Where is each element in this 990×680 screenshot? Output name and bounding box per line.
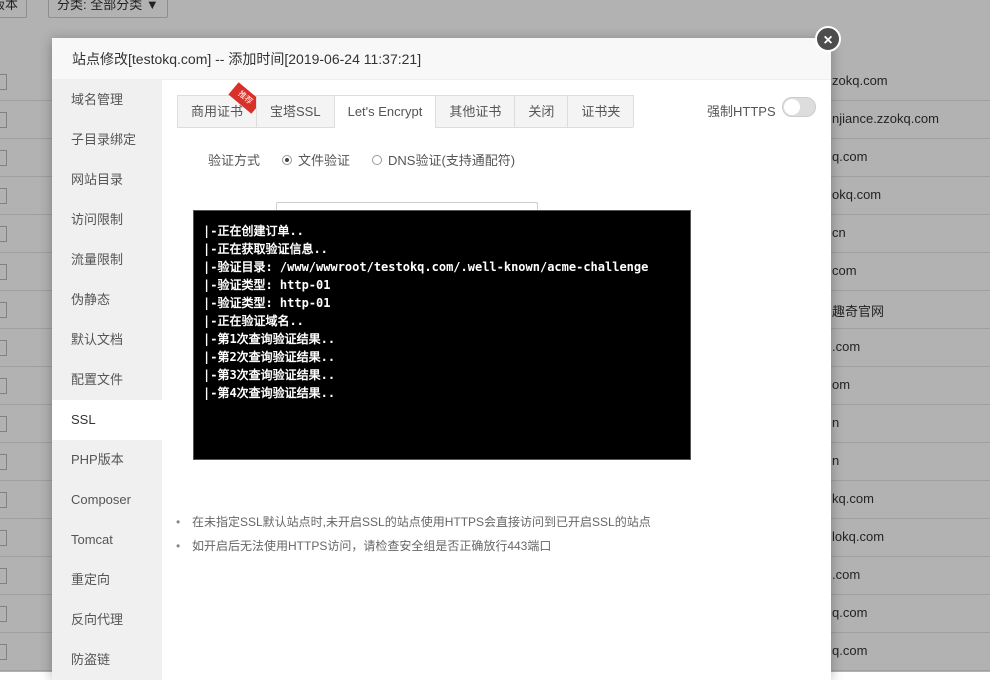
- sidebar-item[interactable]: 子目录绑定: [52, 120, 162, 160]
- tab-label: 证书夹: [581, 104, 621, 119]
- sidebar-item[interactable]: 访问限制: [52, 200, 162, 240]
- note-item: 如开启后无法使用HTTPS访问，请检查安全组是否正确放行443端口: [176, 534, 796, 558]
- log-line: |-验证目录: /www/wwwroot/testokq.com/.well-k…: [203, 260, 649, 274]
- log-line: |-验证类型: http-01: [203, 278, 331, 292]
- note-item: 在未指定SSL默认站点时,未开启SSL的站点使用HTTPS会直接访问到已开启SS…: [176, 510, 796, 534]
- sidebar-item[interactable]: 默认文档: [52, 320, 162, 360]
- dns-verify-radio[interactable]: [372, 154, 383, 165]
- dns-verify-label[interactable]: DNS验证(支持通配符): [388, 150, 515, 169]
- verify-method-row: 验证方式 文件验证 DNS验证(支持通配符): [208, 150, 537, 169]
- sidebar-item[interactable]: SSL: [52, 400, 162, 440]
- sidebar-item[interactable]: PHP版本: [52, 440, 162, 480]
- tab-item[interactable]: 商用证书 推荐: [177, 82, 262, 127]
- modal-title: 站点修改[testokq.com] -- 添加时间[2019-06-24 11:…: [52, 38, 831, 80]
- sidebar-item[interactable]: 网站目录: [52, 160, 162, 200]
- tab-label: 商用证书: [191, 104, 244, 119]
- sidebar-item[interactable]: 防盗链: [52, 640, 162, 680]
- tab-label: 其他证书: [449, 104, 502, 119]
- sidebar-item[interactable]: Composer: [52, 480, 162, 520]
- force-https-toggle[interactable]: [782, 97, 816, 117]
- file-verify-label[interactable]: 文件验证: [298, 150, 350, 169]
- tab-item[interactable]: 关闭: [514, 95, 569, 127]
- verify-method-label: 验证方式: [208, 153, 261, 168]
- tab-item[interactable]: 其他证书: [435, 95, 516, 127]
- tab-label: Let's Encrypt: [347, 104, 423, 119]
- sidebar-item[interactable]: 伪静态: [52, 280, 162, 320]
- log-line: |-正在创建订单..: [203, 224, 304, 238]
- sidebar-item[interactable]: 流量限制: [52, 240, 162, 280]
- log-line: |-第4次查询验证结果..: [203, 386, 336, 400]
- tab-item[interactable]: Let's Encrypt: [333, 95, 437, 128]
- sidebar-item[interactable]: Tomcat: [52, 520, 162, 560]
- tab-label: 宝塔SSL: [270, 104, 321, 119]
- site-settings-sidebar: 域名管理 子目录绑定 网站目录 访问限制 流量限制 伪静态 默认文档 配置文件 SSL PHP版本…: [52, 80, 162, 680]
- log-line: |-验证类型: http-01: [203, 296, 331, 310]
- close-icon[interactable]: ×: [815, 26, 841, 52]
- log-line: |-第2次查询验证结果..: [203, 350, 336, 364]
- sidebar-item[interactable]: 配置文件: [52, 360, 162, 400]
- log-line: |-正在获取验证信息..: [203, 242, 328, 256]
- ssl-tabs: 商用证书 推荐 宝塔SSL Let's Encrypt 其他证书 关闭 证书夹: [177, 82, 635, 128]
- tab-item[interactable]: 证书夹: [567, 95, 635, 127]
- log-line: |-第1次查询验证结果..: [203, 332, 336, 346]
- tab-item[interactable]: 宝塔SSL: [256, 95, 335, 127]
- log-line: |-正在验证域名..: [203, 314, 304, 328]
- sidebar-item[interactable]: 反向代理: [52, 600, 162, 640]
- file-verify-radio[interactable]: [282, 154, 293, 165]
- toggle-knob: [784, 99, 800, 115]
- sidebar-item[interactable]: 重定向: [52, 560, 162, 600]
- sidebar-item[interactable]: 域名管理: [52, 80, 162, 120]
- force-https-label: 强制HTTPS: [707, 104, 776, 119]
- log-line: |-第3次查询验证结果..: [203, 368, 336, 382]
- tab-label: 关闭: [528, 104, 555, 119]
- ssl-apply-log-terminal: |-正在创建订单.. |-正在获取验证信息.. |-验证目录: /www/wwwro…: [193, 210, 691, 460]
